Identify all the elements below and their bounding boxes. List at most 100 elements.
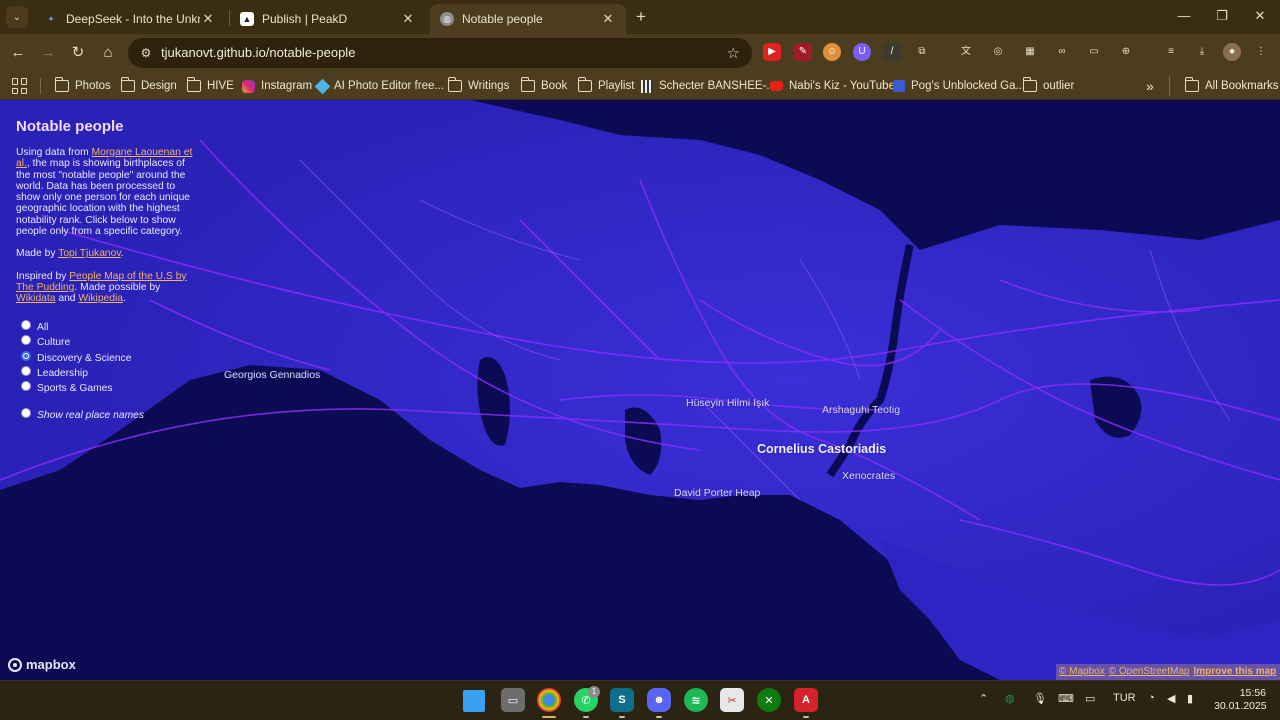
bookmark-label: outlier bbox=[1043, 80, 1075, 92]
tab-search-chevron-icon[interactable]: ⌄ bbox=[6, 6, 28, 28]
clock[interactable]: 15:56 30.01.2025 bbox=[1214, 687, 1267, 713]
display-icon[interactable]: ▭ bbox=[1085, 692, 1095, 705]
mapbox-attribution-link[interactable]: © Mapbox bbox=[1059, 666, 1105, 677]
spotify-icon[interactable]: ≋ bbox=[684, 688, 708, 712]
wikipedia-link[interactable]: Wikipedia bbox=[78, 293, 123, 304]
bookmark-hive[interactable]: HIVE bbox=[186, 77, 234, 95]
map-label[interactable]: Xenocrates bbox=[842, 470, 895, 482]
menu-dots-icon[interactable]: ⋮ bbox=[1252, 43, 1270, 61]
surfshark-icon[interactable]: S bbox=[610, 688, 634, 712]
new-tab-plus-icon[interactable]: + bbox=[632, 7, 650, 27]
improve-map-link[interactable]: Improve this map bbox=[1193, 666, 1276, 677]
incognito-icon[interactable]: ⊕ bbox=[1117, 43, 1135, 61]
tab-bar: ⌄ ✦ DeepSeek - Into the Unknown ✕ ▲ Publ… bbox=[0, 0, 1280, 34]
bookmark-design[interactable]: Design bbox=[120, 77, 177, 95]
minimize-icon[interactable]: — bbox=[1166, 6, 1202, 26]
bookmarks-overflow-chevron-icon[interactable]: » bbox=[1146, 77, 1154, 95]
chrome-icon[interactable] bbox=[537, 688, 561, 712]
key-ext-icon[interactable]: ✎ bbox=[794, 43, 812, 61]
close-window-icon[interactable]: ✕ bbox=[1242, 6, 1278, 26]
bookmark-label: Design bbox=[141, 80, 177, 92]
map-label[interactable]: Arshaguhi Teotig bbox=[822, 404, 900, 416]
site-info-icon[interactable]: ⚙ bbox=[138, 45, 154, 61]
bookmark-schecter[interactable]: Schecter BANSHEE-... bbox=[641, 77, 776, 95]
all-bookmarks-button[interactable]: All Bookmarks bbox=[1184, 77, 1279, 95]
tab-peakd[interactable]: ▲ Publish | PeakD ✕ bbox=[230, 4, 426, 34]
bookmark-pogs-games[interactable]: Pog's Unblocked Ga... bbox=[893, 77, 1025, 95]
language-indicator[interactable]: TUR bbox=[1113, 692, 1136, 704]
apps-grid-icon[interactable] bbox=[12, 78, 28, 94]
category-leadership[interactable]: Leadership bbox=[21, 365, 88, 379]
u-ext-icon[interactable]: U bbox=[853, 43, 871, 61]
bookmark-label: Schecter BANSHEE-... bbox=[659, 80, 776, 92]
forward-arrow-icon[interactable]: → bbox=[37, 42, 59, 64]
snipping-tool-icon[interactable]: ✂ bbox=[720, 688, 744, 712]
bookmark-star-icon[interactable]: ☆ bbox=[727, 44, 740, 62]
home-icon[interactable]: ⌂ bbox=[97, 42, 119, 64]
bookmark-outlier[interactable]: outlier bbox=[1022, 77, 1075, 95]
reading-list-icon[interactable]: ≡ bbox=[1162, 43, 1180, 61]
bookmark-instagram[interactable]: Instagram bbox=[242, 77, 312, 95]
reload-icon[interactable]: ↻ bbox=[67, 42, 89, 64]
close-tab-icon[interactable]: ✕ bbox=[400, 11, 416, 27]
xbox-icon[interactable]: ✕ bbox=[757, 688, 781, 712]
map-label[interactable]: David Porter Heap bbox=[674, 487, 760, 499]
category-all[interactable]: All bbox=[21, 319, 48, 333]
keyboard-icon[interactable]: ⌨ bbox=[1058, 692, 1074, 705]
peakd-icon: ▲ bbox=[240, 12, 254, 26]
back-arrow-icon[interactable]: ← bbox=[7, 42, 29, 64]
bookmark-photos[interactable]: Photos bbox=[54, 77, 111, 95]
lens-icon[interactable]: ◎ bbox=[989, 43, 1007, 61]
wikidata-link[interactable]: Wikidata bbox=[16, 293, 55, 304]
profile-avatar-icon[interactable]: ● bbox=[1223, 43, 1241, 61]
task-view-icon[interactable]: ▭ bbox=[501, 688, 525, 712]
battery-icon[interactable]: ▮ bbox=[1187, 692, 1193, 705]
radio-button[interactable] bbox=[21, 380, 31, 391]
bookmark-youtube[interactable]: Nabi's Kiz - YouTube bbox=[770, 77, 895, 95]
bookmark-book[interactable]: Book bbox=[520, 77, 567, 95]
address-bar[interactable]: ⚙ tjukanovt.github.io/notable-people ☆ bbox=[128, 38, 752, 68]
screen-icon[interactable]: ▭ bbox=[1085, 43, 1103, 61]
start-windows-icon[interactable] bbox=[463, 690, 485, 712]
bookmark-label: AI Photo Editor free... bbox=[334, 80, 444, 92]
translate-icon[interactable]: 文 bbox=[957, 43, 975, 61]
feather-ext-icon[interactable]: / bbox=[883, 43, 901, 61]
category-culture[interactable]: Culture bbox=[21, 334, 70, 348]
url-text[interactable]: tjukanovt.github.io/notable-people bbox=[161, 45, 355, 60]
radio-button[interactable] bbox=[21, 319, 31, 330]
mapbox-logo[interactable]: mapbox bbox=[8, 657, 76, 672]
bookmark-writings[interactable]: Writings bbox=[447, 77, 509, 95]
map-label-major[interactable]: Cornelius Castoriadis bbox=[757, 442, 886, 456]
qr-icon[interactable]: ▦ bbox=[1021, 43, 1039, 61]
map-label[interactable]: Hüseyin Hilmi Işık bbox=[686, 397, 769, 409]
category-sports-games[interactable]: Sports & Games bbox=[21, 380, 113, 394]
acrobat-icon[interactable]: A bbox=[794, 688, 818, 712]
tab-notable-people[interactable]: ◍ Notable people ✕ bbox=[430, 4, 626, 34]
bookmark-ai-photo-editor[interactable]: AI Photo Editor free... bbox=[314, 77, 444, 95]
volume-icon[interactable]: ◀ bbox=[1167, 692, 1175, 705]
avatar-ext-icon[interactable]: ☺ bbox=[823, 43, 841, 61]
radio-button[interactable] bbox=[21, 365, 31, 376]
show-place-names-toggle[interactable]: Show real place names bbox=[21, 407, 144, 421]
checkbox[interactable] bbox=[21, 407, 31, 418]
wifi-icon[interactable]: ◔ bbox=[1148, 692, 1155, 704]
youtube-ext-icon[interactable]: ▶ bbox=[763, 43, 781, 61]
restore-icon[interactable]: ❐ bbox=[1204, 6, 1240, 26]
extensions-puzzle-icon[interactable]: ⧉ bbox=[913, 43, 931, 61]
tray-app-icon[interactable]: ◍ bbox=[1005, 692, 1015, 705]
map-label[interactable]: Georgios Gennadios bbox=[224, 369, 320, 381]
tray-overflow-chevron-icon[interactable]: ⌃ bbox=[979, 692, 988, 705]
close-tab-icon[interactable]: ✕ bbox=[600, 11, 616, 27]
category-discovery-science[interactable]: Discovery & Science bbox=[21, 350, 131, 364]
radio-button-checked[interactable] bbox=[21, 350, 31, 361]
discord-icon[interactable]: ☻ bbox=[647, 688, 671, 712]
link-icon[interactable]: ∞ bbox=[1053, 43, 1071, 61]
close-tab-icon[interactable]: ✕ bbox=[200, 11, 216, 27]
osm-attribution-link[interactable]: © OpenStreetMap bbox=[1109, 666, 1190, 677]
microphone-icon[interactable]: 🎙 bbox=[1033, 692, 1047, 705]
download-icon[interactable]: ⤓ bbox=[1193, 43, 1211, 61]
author-link[interactable]: Topi Tjukanov bbox=[58, 248, 121, 259]
radio-button[interactable] bbox=[21, 334, 31, 345]
tab-deepseek[interactable]: ✦ DeepSeek - Into the Unknown ✕ bbox=[34, 4, 226, 34]
bookmark-playlist[interactable]: Playlist bbox=[577, 77, 634, 95]
